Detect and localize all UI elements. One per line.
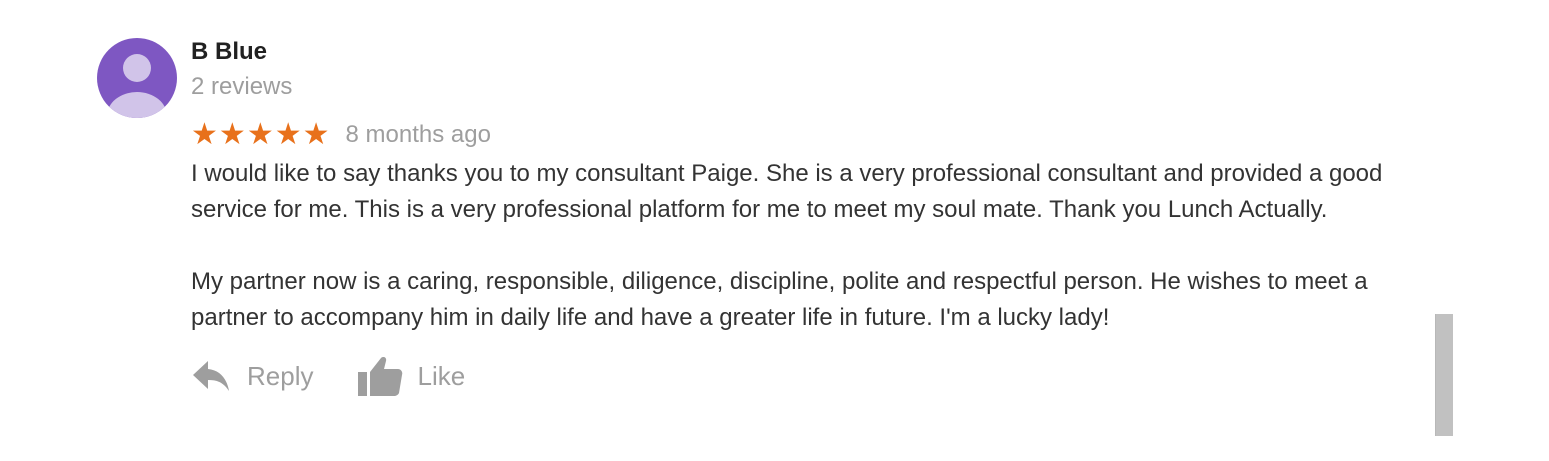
- review-text: I would like to say thanks you to my con…: [191, 156, 1411, 336]
- scrollbar[interactable]: [1435, 314, 1453, 436]
- review-content: B Blue 2 reviews ★ ★ ★ ★ ★ 8 months ago …: [191, 36, 1411, 400]
- star-rating: ★ ★ ★ ★ ★: [191, 120, 330, 150]
- reply-arrow-icon: [191, 359, 231, 393]
- author-name[interactable]: B Blue: [191, 36, 1411, 68]
- review-actions: Reply Like: [191, 352, 1411, 400]
- review-card: B Blue 2 reviews ★ ★ ★ ★ ★ 8 months ago …: [0, 0, 1549, 461]
- reply-button[interactable]: Reply: [191, 359, 313, 393]
- like-button[interactable]: Like: [357, 355, 465, 397]
- reply-label: Reply: [247, 360, 314, 391]
- avatar[interactable]: [97, 38, 177, 118]
- review-paragraph: My partner now is a caring, responsible,…: [191, 268, 1368, 331]
- review-timestamp: 8 months ago: [345, 121, 491, 148]
- star-icon: ★: [246, 117, 274, 152]
- star-icon: ★: [191, 117, 218, 152]
- star-icon: ★: [218, 117, 246, 152]
- scrollbar-thumb[interactable]: [1435, 314, 1453, 436]
- review-count[interactable]: 2 reviews: [191, 71, 1411, 103]
- user-silhouette-icon: [107, 54, 167, 118]
- rating-row: ★ ★ ★ ★ ★ 8 months ago: [191, 119, 1411, 151]
- like-label: Like: [417, 360, 466, 391]
- star-icon: ★: [274, 117, 302, 152]
- review-paragraph: I would like to say thanks you to my con…: [191, 160, 1383, 223]
- thumbs-up-icon: [357, 355, 403, 397]
- star-icon: ★: [302, 117, 330, 152]
